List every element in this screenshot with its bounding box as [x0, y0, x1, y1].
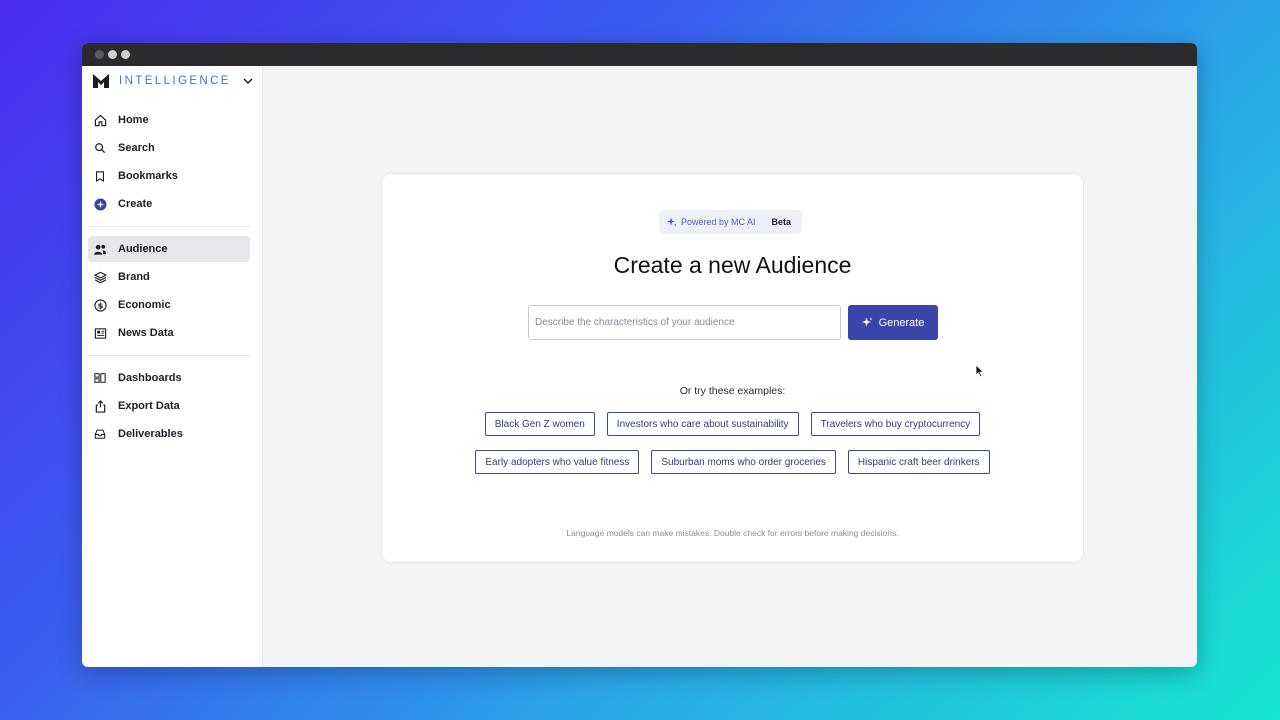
sidebar-divider: [88, 226, 250, 227]
sidebar-item-label: News Data: [118, 327, 174, 339]
sparkle-icon: [667, 217, 677, 227]
examples-row: Early adopters who value fitness Suburba…: [382, 450, 1083, 474]
examples-label: Or try these examples:: [679, 385, 786, 397]
ai-disclaimer: Language models can make mistakes. Doubl…: [566, 528, 899, 538]
sidebar-item-label: Search: [118, 142, 155, 154]
example-chip[interactable]: Early adopters who value fitness: [475, 450, 640, 474]
sidebar-item-deliverables[interactable]: Deliverables: [88, 421, 250, 447]
example-chip[interactable]: Suburban moms who order groceries: [651, 450, 836, 474]
window-titlebar: [82, 43, 1197, 66]
sidebar-item-label: Economic: [118, 299, 171, 311]
audience-description-input[interactable]: [528, 305, 841, 340]
search-icon: [93, 141, 107, 155]
brand-name: INTELLIGENCE: [119, 75, 231, 87]
window-minimize-button[interactable]: [108, 50, 117, 59]
sidebar-divider: [88, 355, 250, 356]
bookmark-icon: [93, 169, 107, 183]
sidebar-item-bookmarks[interactable]: Bookmarks: [88, 163, 250, 189]
brand-switcher[interactable]: INTELLIGENCE: [82, 67, 262, 95]
dollar-circle-icon: $: [93, 298, 107, 312]
layers-icon: [93, 270, 107, 284]
plus-circle-icon: [93, 197, 107, 211]
sidebar-item-audience[interactable]: Audience: [88, 236, 250, 262]
sidebar-item-search[interactable]: Search: [88, 135, 250, 161]
beta-label: Beta: [771, 217, 792, 227]
sidebar-item-create[interactable]: Create: [88, 191, 250, 217]
sidebar-item-label: Brand: [118, 271, 150, 283]
chevron-down-icon[interactable]: [243, 76, 253, 86]
m-logo-icon: [93, 74, 109, 88]
sidebar-item-export-data[interactable]: Export Data: [88, 393, 250, 419]
sidebar-item-economic[interactable]: $ Economic: [88, 292, 250, 318]
sidebar-item-dashboards[interactable]: Dashboards: [88, 365, 250, 391]
sidebar-nav: Home Search Bookmarks Create Audience Br…: [82, 107, 262, 447]
window-maximize-button[interactable]: [121, 50, 130, 59]
main-content: Powered by MC AI Beta Create a new Audie…: [263, 66, 1197, 667]
example-chip[interactable]: Black Gen Z women: [484, 412, 595, 436]
sidebar-item-news-data[interactable]: News Data: [88, 320, 250, 346]
sidebar-item-label: Audience: [118, 243, 168, 255]
window-close-button[interactable]: [95, 50, 104, 59]
sidebar-item-label: Bookmarks: [118, 170, 178, 182]
sparkle-icon: [861, 317, 873, 327]
inbox-icon: [93, 427, 107, 441]
example-chip[interactable]: Investors who care about sustainability: [606, 412, 799, 436]
export-icon: [93, 399, 107, 413]
sidebar-item-label: Deliverables: [118, 428, 183, 440]
sidebar-item-home[interactable]: Home: [88, 107, 250, 133]
sidebar-item-label: Home: [118, 114, 149, 126]
people-icon: [93, 242, 107, 256]
example-chip[interactable]: Hispanic craft beer drinkers: [847, 450, 990, 474]
browser-window: INTELLIGENCE Home Search Bookmarks Creat…: [82, 43, 1197, 667]
sidebar-item-label: Dashboards: [118, 372, 182, 384]
powered-by-badge: Powered by MC AI Beta: [659, 210, 803, 234]
home-icon: [93, 113, 107, 127]
page-title: Create a new Audience: [613, 252, 852, 278]
app-container: INTELLIGENCE Home Search Bookmarks Creat…: [82, 66, 1197, 667]
sidebar-item-label: Create: [118, 198, 153, 210]
powered-by-text: Powered by MC AI: [681, 217, 756, 227]
newspaper-icon: [93, 326, 107, 340]
generate-button-label: Generate: [878, 316, 925, 329]
sidebar: INTELLIGENCE Home Search Bookmarks Creat…: [82, 66, 263, 667]
svg-text:$: $: [97, 300, 103, 310]
sidebar-item-label: Export Data: [118, 400, 180, 412]
dashboard-icon: [93, 371, 107, 385]
mouse-cursor-icon: [975, 364, 985, 378]
sidebar-item-brand[interactable]: Brand: [88, 264, 250, 290]
example-chip[interactable]: Travelers who buy cryptocurrency: [810, 412, 981, 436]
examples-row: Black Gen Z women Investors who care abo…: [382, 412, 1083, 436]
generate-button[interactable]: Generate: [848, 305, 938, 340]
